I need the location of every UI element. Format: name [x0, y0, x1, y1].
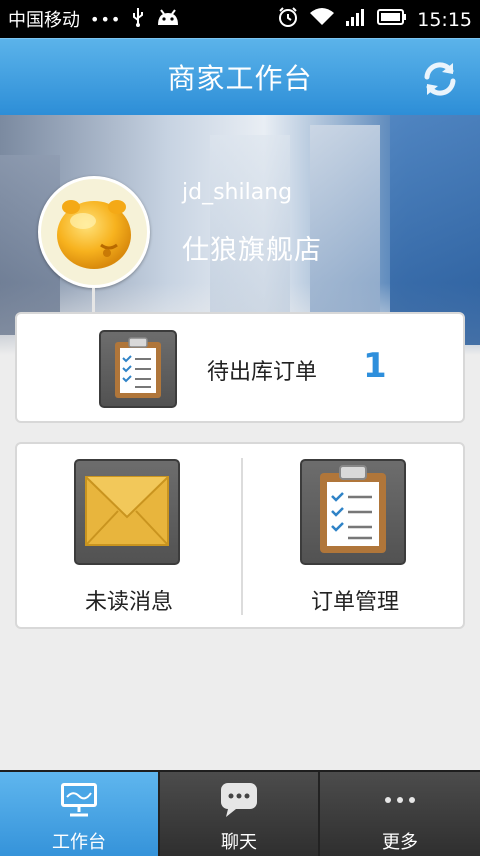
chat-bubble-icon — [218, 780, 260, 824]
mascot-avatar-icon — [57, 200, 131, 269]
tab-chat-label: 聊天 — [221, 832, 257, 853]
bottom-tab-bar: 工作台 聊天 更多 — [0, 770, 480, 856]
tab-workbench[interactable]: 工作台 — [0, 772, 160, 856]
unread-messages-item[interactable]: 未读消息 — [17, 444, 241, 627]
pending-orders-card[interactable]: 待出库订单 1 — [15, 312, 465, 423]
username: jd_shilang — [182, 180, 293, 205]
banner-building — [390, 115, 480, 345]
clipboard-icon — [115, 337, 161, 398]
unread-messages-tile — [74, 459, 180, 565]
battery-icon — [377, 8, 407, 31]
clipboard-icon — [320, 465, 386, 553]
overflow-dots-icon: ••• — [90, 9, 122, 29]
menu-card: 未读消息 订单管理 — [15, 442, 465, 629]
clock-time: 15:15 — [417, 8, 472, 31]
status-right: 15:15 — [277, 6, 472, 33]
monitor-icon — [58, 780, 100, 824]
pending-orders-count: 1 — [363, 346, 387, 386]
refresh-button[interactable] — [418, 57, 462, 101]
status-left: 中国移动 ••• — [8, 6, 181, 32]
refresh-icon — [424, 62, 456, 96]
alarm-icon — [277, 6, 299, 33]
avatar[interactable] — [38, 176, 150, 288]
avatar-stem — [92, 288, 95, 312]
page-title: 商家工作台 — [167, 62, 313, 95]
android-icon — [155, 7, 181, 32]
envelope-icon — [85, 476, 169, 546]
tab-chat[interactable]: 聊天 — [160, 772, 320, 856]
usb-icon — [131, 7, 145, 32]
tab-more-label: 更多 — [382, 832, 418, 853]
tab-workbench-label: 工作台 — [52, 832, 106, 853]
pending-orders-label: 待出库订单 — [207, 360, 318, 385]
carrier-name: 中国移动 — [8, 10, 80, 31]
order-management-tile — [300, 459, 406, 565]
wifi-icon — [309, 7, 335, 32]
signal-icon — [345, 7, 367, 32]
pending-orders-tile — [99, 330, 177, 408]
banner-building — [310, 125, 380, 325]
title-bar: 商家工作台 — [0, 38, 480, 115]
tab-more[interactable]: 更多 — [320, 772, 480, 856]
status-bar: 中国移动 ••• 15:15 — [0, 0, 480, 38]
more-dots-icon — [379, 780, 421, 824]
order-management-label: 订单管理 — [310, 590, 399, 615]
order-management-item[interactable]: 订单管理 — [243, 444, 467, 627]
shop-name: 仕狼旗舰店 — [182, 235, 322, 266]
unread-messages-label: 未读消息 — [84, 590, 173, 615]
